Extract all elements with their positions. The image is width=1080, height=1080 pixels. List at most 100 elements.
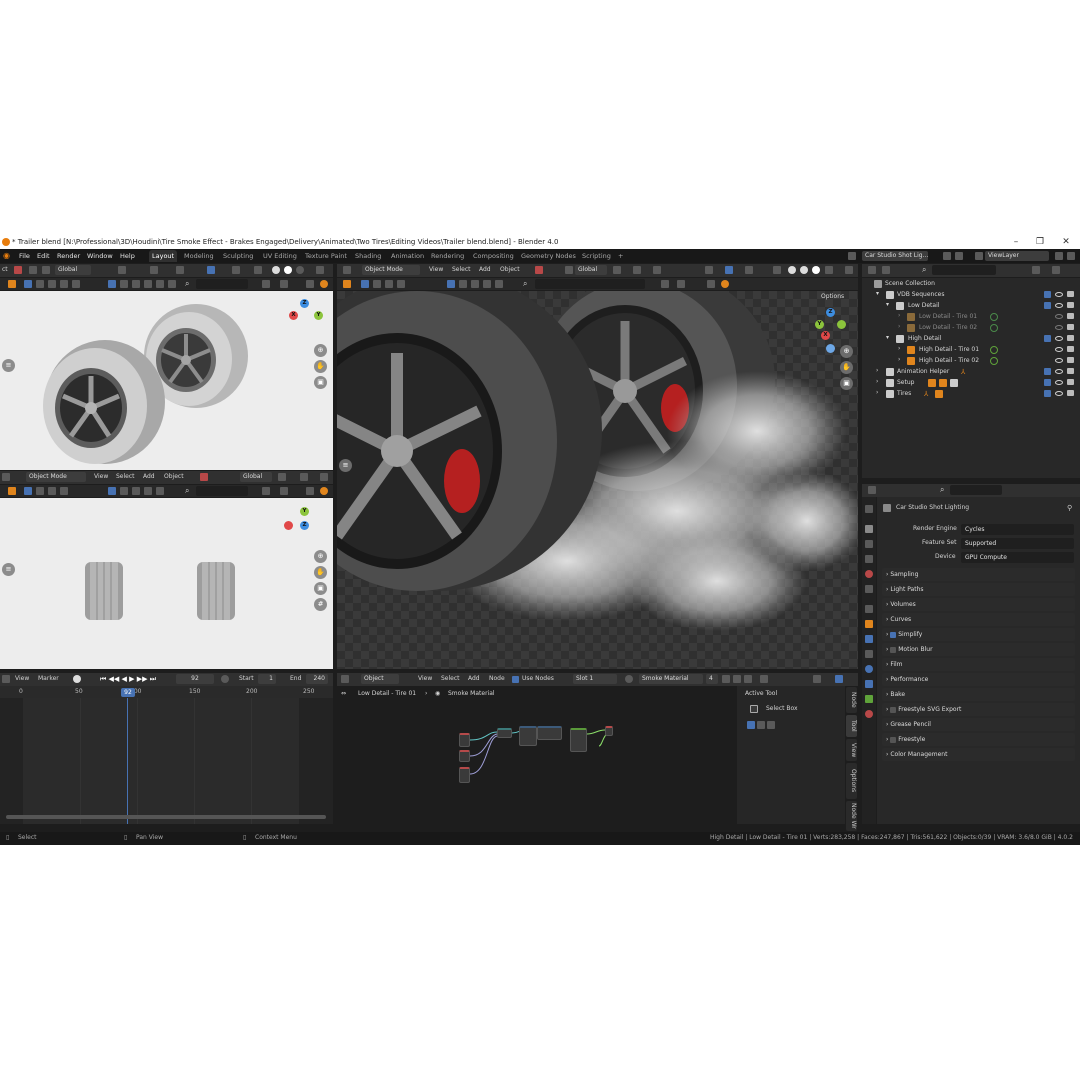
workspace-tab-shading[interactable]: Shading [352, 250, 384, 262]
bookmark-icon[interactable] [661, 280, 669, 288]
select-invert-icon[interactable] [60, 280, 68, 288]
material-tab-icon[interactable] [865, 710, 873, 718]
main-viewport[interactable]: Options Z Y X ⊕ ✋ ▣ ≡ [337, 291, 858, 669]
overlay-toggle-icon[interactable] [745, 266, 753, 274]
outliner-row-high-detail[interactable]: High Detail [908, 333, 941, 344]
gizmo-y-axis-icon[interactable]: Y [314, 311, 323, 320]
eye-icon[interactable] [1055, 391, 1063, 396]
editor-type-icon[interactable] [2, 473, 10, 481]
snap-icon[interactable] [300, 473, 308, 481]
panel-freestyle-svg-export[interactable]: › Freestyle SVG Export [882, 703, 1075, 716]
shield-icon[interactable] [306, 280, 314, 288]
sidebar-tab-node-wrangler[interactable]: Node Wr [846, 801, 857, 831]
fake-user-icon[interactable] [722, 675, 730, 683]
timeline-ruler[interactable] [0, 686, 333, 698]
transform-icon[interactable] [565, 266, 573, 274]
panel-motion-blur[interactable]: › Motion Blur [882, 643, 1075, 656]
motion-blur-checkbox[interactable] [890, 646, 897, 653]
properties-search-input[interactable] [950, 485, 1002, 495]
menu-window[interactable]: Window [87, 252, 113, 260]
shield-icon[interactable] [707, 280, 715, 288]
select-subtract-icon[interactable] [48, 280, 56, 288]
workspace-tab-modeling[interactable]: Modeling [181, 250, 217, 262]
outliner-root[interactable]: Scene Collection [885, 278, 935, 289]
select-mode-icon[interactable] [24, 487, 32, 495]
exclude-checkbox[interactable] [1044, 379, 1051, 386]
eye-icon[interactable] [1055, 369, 1063, 374]
new-view-layer-icon[interactable] [1055, 252, 1063, 260]
outliner-row-low-detail-tire-01[interactable]: Low Detail - Tire 01 [919, 311, 977, 322]
gizmo-z-axis-icon[interactable]: Z [826, 308, 835, 317]
outliner-row-low-detail-tire-02[interactable]: Low Detail - Tire 02 [919, 322, 977, 333]
panel-film[interactable]: › Film [882, 658, 1075, 671]
camera-view-icon[interactable]: ▣ [314, 376, 327, 389]
node-menu-node[interactable]: Node [489, 674, 505, 684]
exclude-checkbox[interactable] [1044, 302, 1051, 309]
playback-controls-icon[interactable]: ⏮ ◀◀ ◀ ▶ ▶▶ ⏭ [100, 674, 156, 684]
shield-icon[interactable] [306, 487, 314, 495]
camera-view-icon[interactable]: ▣ [840, 377, 853, 390]
main-menu-object[interactable]: Object [500, 265, 520, 275]
outliner-row-setup[interactable]: Setup [897, 377, 914, 388]
gizmo-z-axis-icon[interactable]: Z [300, 521, 309, 530]
pause-render-icon[interactable] [845, 266, 853, 274]
expand-icon[interactable]: ▾ [876, 289, 879, 299]
shading-options-icon[interactable] [825, 266, 833, 274]
filter-funnel-icon[interactable] [677, 280, 685, 288]
sidebar-tab-tool[interactable]: Tool [846, 715, 857, 737]
node-editor-type-icon[interactable] [341, 675, 349, 683]
scene-tab-icon[interactable] [865, 570, 873, 578]
material-browse-icon[interactable] [625, 675, 633, 683]
sidebar-tab-view[interactable]: View [846, 739, 857, 761]
data-tab-icon[interactable] [865, 695, 873, 703]
material-users-count[interactable]: 4 [706, 674, 718, 684]
expand-icon[interactable]: › [898, 322, 900, 332]
filter-funnel-icon[interactable] [1032, 266, 1040, 274]
options-menu[interactable]: Options [818, 292, 847, 302]
object-type-icon[interactable] [14, 266, 22, 274]
visibility-icon[interactable] [705, 266, 713, 274]
render-camera-icon[interactable] [1067, 302, 1074, 308]
notification-bell-icon[interactable] [721, 280, 729, 288]
bookmark-icon[interactable] [262, 487, 270, 495]
filter-light-icon[interactable] [132, 280, 140, 288]
gizmo-x-axis-icon[interactable]: X [821, 331, 830, 340]
shader-node[interactable] [519, 726, 537, 746]
proportional-edit-icon[interactable] [176, 266, 184, 274]
panel-color-management[interactable]: › Color Management [882, 748, 1075, 761]
shading-options-icon[interactable] [316, 266, 324, 274]
material-slot-selector[interactable]: Slot 1 [573, 674, 617, 684]
render-camera-icon[interactable] [1067, 357, 1074, 363]
workspace-tab-texture-paint[interactable]: Texture Paint [302, 250, 350, 262]
shading-material-icon[interactable] [284, 266, 292, 274]
eye-closed-icon[interactable] [1055, 325, 1063, 330]
panel-bake[interactable]: › Bake [882, 688, 1075, 701]
physics-tab-icon[interactable] [865, 665, 873, 673]
left-bottom-menu-object[interactable]: Object [164, 472, 184, 482]
filter-curve-icon[interactable] [120, 487, 128, 495]
pin-icon[interactable] [760, 675, 768, 683]
left-bottom-menu-select[interactable]: Select [116, 472, 135, 482]
render-tab-icon[interactable] [865, 525, 873, 533]
select-intersect-icon[interactable] [72, 280, 80, 288]
exclude-checkbox[interactable] [1044, 390, 1051, 397]
expand-icon[interactable]: › [876, 366, 878, 376]
node-editor-canvas[interactable]: ⇔ Low Detail - Tire 01 › ◉ Smoke Materia… [337, 686, 737, 824]
close-button[interactable]: ✕ [1055, 235, 1077, 249]
main-orientation-selector[interactable]: Global [575, 265, 607, 275]
tool-settings-icon[interactable] [8, 280, 16, 288]
snap-icon[interactable] [813, 675, 821, 683]
render-camera-icon[interactable] [1067, 291, 1074, 297]
overlay-toggle-icon[interactable] [835, 675, 843, 683]
visibility-icon[interactable] [29, 266, 37, 274]
gizmo-toggle-icon[interactable] [207, 266, 215, 274]
shading-solid-icon[interactable] [788, 266, 796, 274]
select-mode-new-icon[interactable] [747, 721, 755, 729]
filter-mesh-icon[interactable] [108, 280, 116, 288]
gizmo-y-axis-icon[interactable]: Y [300, 507, 309, 516]
sidebar-tab-options[interactable]: Options [846, 763, 857, 799]
duplicate-material-icon[interactable] [733, 675, 741, 683]
zoom-icon[interactable]: ⊕ [314, 550, 327, 563]
selectability-icon[interactable] [42, 266, 50, 274]
filter-mesh-icon[interactable] [447, 280, 455, 288]
